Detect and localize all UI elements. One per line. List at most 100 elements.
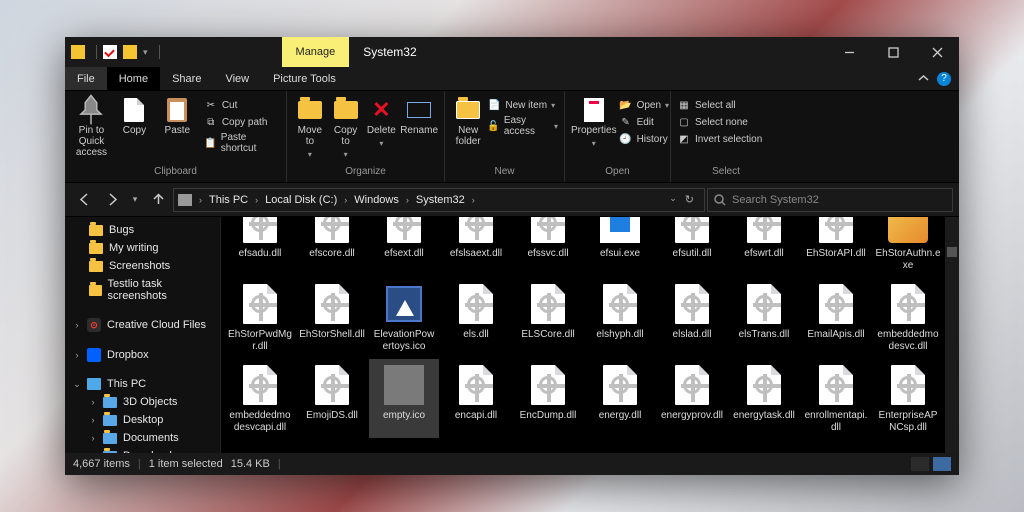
- tree-dropbox[interactable]: ›Dropbox: [65, 345, 220, 365]
- file-item[interactable]: ElevationPowertoys.ico: [369, 278, 439, 357]
- minimize-button[interactable]: [827, 37, 871, 67]
- file-pane[interactable]: efsadu.dllefscore.dllefsext.dllefslsaext…: [221, 217, 959, 453]
- file-item[interactable]: EmailApis.dll: [801, 278, 871, 357]
- delete-button[interactable]: ✕ Delete▾: [364, 95, 398, 148]
- file-item[interactable]: efsadu.dll: [225, 217, 295, 276]
- open-button[interactable]: 📂Open ▾: [619, 97, 669, 113]
- file-item[interactable]: encapi.dll: [441, 359, 511, 438]
- file-item[interactable]: elshyph.dll: [585, 278, 655, 357]
- invert-selection-button[interactable]: ◩Invert selection: [677, 131, 762, 147]
- tree-pc-item[interactable]: ›3D Objects: [65, 393, 220, 411]
- tree-quick-item[interactable]: Screenshots: [65, 257, 220, 275]
- recent-dropdown[interactable]: ▾: [127, 187, 143, 213]
- tree-pc-item[interactable]: ›Desktop: [65, 411, 220, 429]
- file-item[interactable]: embeddedmodesvc.dll: [873, 278, 943, 357]
- ribbon-group-clipboard: Pin to Quick access Copy Paste ✂Cut ⧉Cop…: [65, 91, 287, 182]
- tree-this-pc[interactable]: ⌄This PC: [65, 375, 220, 393]
- file-item[interactable]: empty.ico: [369, 359, 439, 438]
- collapse-ribbon-icon[interactable]: [918, 73, 929, 84]
- paste-button[interactable]: Paste: [157, 95, 198, 136]
- qat-dropdown-icon[interactable]: ▾: [143, 47, 148, 58]
- file-thumb-icon: [814, 282, 858, 326]
- ribbon-group-organize: Move to▾ Copy to▾ ✕ Delete▾ Rename Organ…: [287, 91, 445, 182]
- copy-to-button[interactable]: Copy to▾: [329, 95, 363, 159]
- file-item[interactable]: EmojiDS.dll: [297, 359, 367, 438]
- help-icon[interactable]: ?: [937, 72, 951, 86]
- file-item[interactable]: energy.dll: [585, 359, 655, 438]
- maximize-button[interactable]: [871, 37, 915, 67]
- move-to-button[interactable]: Move to▾: [293, 95, 327, 159]
- vertical-scrollbar[interactable]: [945, 217, 959, 453]
- file-item[interactable]: efslsaext.dll: [441, 217, 511, 276]
- copy-button[interactable]: Copy: [114, 95, 155, 136]
- tab-home[interactable]: Home: [107, 67, 160, 90]
- file-item[interactable]: elslad.dll: [657, 278, 727, 357]
- file-item[interactable]: EncDump.dll: [513, 359, 583, 438]
- select-all-button[interactable]: ▦Select all: [677, 97, 762, 113]
- copy-path-button[interactable]: ⧉Copy path: [204, 114, 280, 130]
- file-item[interactable]: els.dll: [441, 278, 511, 357]
- details-view-button[interactable]: [911, 457, 929, 471]
- file-item[interactable]: efswrt.dll: [729, 217, 799, 276]
- file-label: energytask.dll: [733, 410, 795, 422]
- address-dropdown-icon[interactable]: ⌄: [669, 193, 677, 206]
- contextual-tab-manage[interactable]: Manage: [282, 37, 350, 67]
- rename-button[interactable]: Rename: [400, 95, 438, 136]
- file-item[interactable]: enrollmentapi.dll: [801, 359, 871, 438]
- file-item[interactable]: elsTrans.dll: [729, 278, 799, 357]
- history-button[interactable]: 🕘History: [619, 131, 669, 147]
- properties-button[interactable]: Properties▾: [571, 95, 617, 148]
- refresh-icon[interactable]: ↻: [685, 193, 694, 206]
- tree-pc-item[interactable]: ›Documents: [65, 429, 220, 447]
- file-item[interactable]: EhStorShell.dll: [297, 278, 367, 357]
- edit-button[interactable]: ✎Edit: [619, 114, 669, 130]
- cut-button[interactable]: ✂Cut: [204, 97, 280, 113]
- file-item[interactable]: efsutil.dll: [657, 217, 727, 276]
- file-item[interactable]: efssvc.dll: [513, 217, 583, 276]
- crumb-system32[interactable]: System32: [416, 194, 465, 206]
- crumb-this-pc[interactable]: This PC: [209, 194, 248, 206]
- file-item[interactable]: efsext.dll: [369, 217, 439, 276]
- file-item[interactable]: energyprov.dll: [657, 359, 727, 438]
- easy-access-button[interactable]: 🔓Easy access ▾: [487, 114, 558, 138]
- file-item[interactable]: efsui.exe: [585, 217, 655, 276]
- up-button[interactable]: [145, 187, 171, 213]
- new-folder-button[interactable]: New folder: [451, 95, 485, 147]
- forward-button[interactable]: [99, 187, 125, 213]
- tab-view[interactable]: View: [213, 67, 261, 90]
- tree-quick-item[interactable]: Testlio task screenshots: [65, 275, 220, 305]
- file-item[interactable]: ELSCore.dll: [513, 278, 583, 357]
- file-item[interactable]: EhStorPwdMgr.dll: [225, 278, 295, 357]
- navigation-tree[interactable]: BugsMy writingScreenshotsTestlio task sc…: [65, 217, 221, 453]
- file-label: els.dll: [463, 329, 489, 341]
- paste-shortcut-button[interactable]: 📋Paste shortcut: [204, 131, 280, 155]
- thumbnails-view-button[interactable]: [933, 457, 951, 471]
- tab-share[interactable]: Share: [160, 67, 213, 90]
- tab-file[interactable]: File: [65, 67, 107, 90]
- select-none-button[interactable]: ▢Select none: [677, 114, 762, 130]
- file-thumb-icon: [814, 363, 858, 407]
- quick-save-icon[interactable]: [103, 45, 117, 59]
- back-button[interactable]: [71, 187, 97, 213]
- file-item[interactable]: embeddedmodesvcapi.dll: [225, 359, 295, 438]
- address-bar[interactable]: › This PC› Local Disk (C:)› Windows› Sys…: [173, 188, 705, 212]
- status-item-count: 4,667 items: [73, 458, 130, 470]
- tree-creative-cloud[interactable]: ›⊙Creative Cloud Files: [65, 315, 220, 335]
- file-thumb-icon: [238, 217, 282, 245]
- tab-picture-tools[interactable]: Picture Tools: [261, 67, 348, 90]
- crumb-windows[interactable]: Windows: [354, 194, 399, 206]
- tree-quick-item[interactable]: My writing: [65, 239, 220, 257]
- file-item[interactable]: energytask.dll: [729, 359, 799, 438]
- select-all-icon: ▦: [677, 98, 691, 112]
- file-item[interactable]: EnterpriseAPNCsp.dll: [873, 359, 943, 438]
- file-item[interactable]: EhStorAPI.dll: [801, 217, 871, 276]
- pin-to-quick-access-button[interactable]: Pin to Quick access: [71, 95, 112, 158]
- search-input[interactable]: Search System32: [707, 188, 953, 212]
- scroll-thumb[interactable]: [947, 247, 957, 257]
- new-item-button[interactable]: 📄New item ▾: [487, 97, 558, 113]
- tree-quick-item[interactable]: Bugs: [65, 221, 220, 239]
- file-item[interactable]: efscore.dll: [297, 217, 367, 276]
- crumb-c-drive[interactable]: Local Disk (C:): [265, 194, 337, 206]
- file-item[interactable]: EhStorAuthn.exe: [873, 217, 943, 276]
- close-button[interactable]: [915, 37, 959, 67]
